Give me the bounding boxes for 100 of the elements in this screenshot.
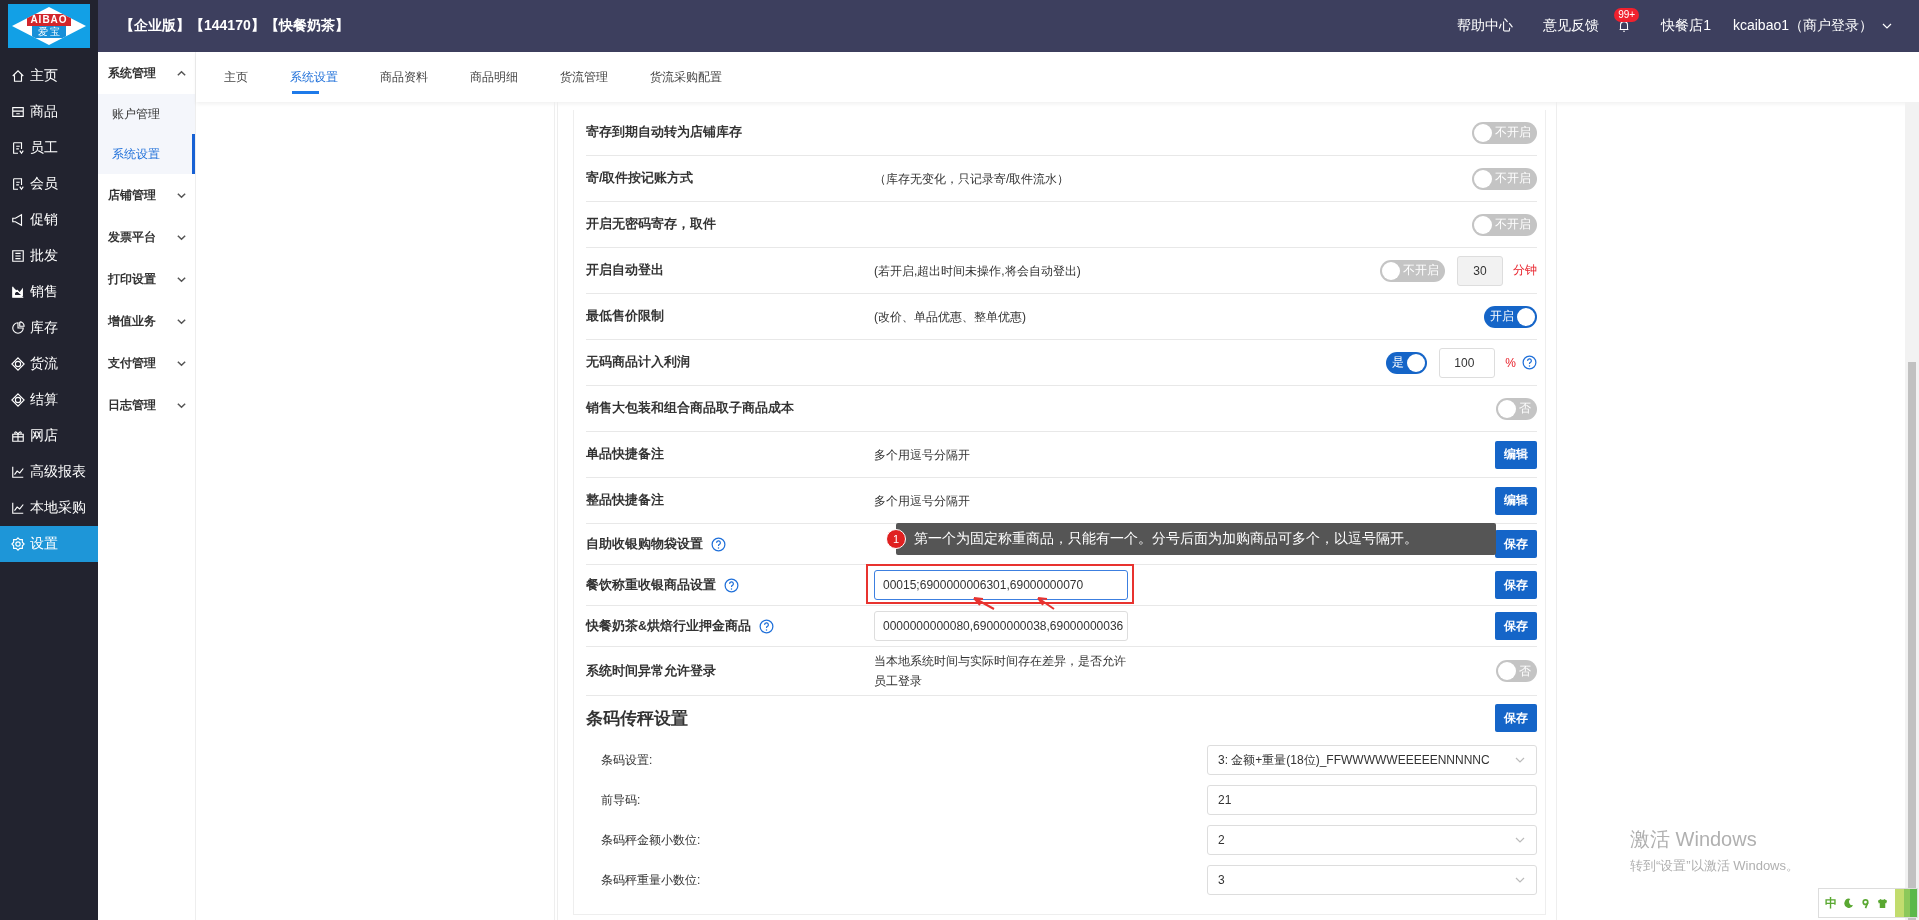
megaphone-icon [11, 213, 25, 227]
field-label: 条码秤金额小数位: [601, 831, 701, 849]
comma-icon[interactable] [1860, 897, 1871, 909]
tab[interactable]: 货流管理 [560, 52, 630, 102]
sidebar-item[interactable]: 批发 [0, 238, 98, 274]
edit-button[interactable]: 编辑 [1495, 440, 1537, 469]
tab[interactable]: 货流采购配置 [650, 52, 744, 102]
setting-description: 多个用逗号分隔开 [874, 492, 971, 510]
logo-text: AIBAO [27, 14, 71, 26]
save-button[interactable]: 保存 [1495, 571, 1537, 599]
unit-label: 分钟 [1513, 262, 1537, 279]
tab[interactable]: 主页 [224, 52, 270, 102]
nav-item[interactable]: 系统设置 [98, 134, 195, 174]
nav-group-header[interactable]: 发票平台 [98, 216, 195, 258]
input-field[interactable]: 0000000000080,69000000038,69000000036 [874, 611, 1128, 641]
setting-label: 快餐奶茶&烘焙行业押金商品 [586, 617, 752, 635]
store-icon [11, 105, 25, 119]
user-menu[interactable]: kcaibao1（商户登录） [1732, 17, 1873, 35]
moon-icon[interactable] [1843, 897, 1854, 909]
nav-group-header[interactable]: 系统管理 [98, 52, 195, 94]
select-field[interactable]: 2 [1207, 825, 1537, 855]
setting-label: 系统时间异常允许登录 [586, 662, 716, 680]
select-field[interactable]: 3: 金额+重量(18位)_FFWWWWWEEEEENNNNNC [1207, 745, 1537, 775]
activation-subtitle: 转到“设置”以激活 Windows。 [1630, 857, 1799, 875]
help-icon[interactable] [1522, 355, 1537, 370]
nav-group-header[interactable]: 店铺管理 [98, 174, 195, 216]
scrollbar[interactable] [1905, 102, 1919, 920]
sidebar-item[interactable]: 本地采购 [0, 490, 98, 526]
sidebar-item[interactable]: 网店 [0, 418, 98, 454]
gift-icon [11, 429, 25, 443]
save-button[interactable]: 保存 [1495, 612, 1537, 640]
help-icon[interactable] [711, 536, 726, 552]
sidebar-item[interactable]: 货流 [0, 346, 98, 382]
save-button[interactable]: 保存 [1495, 704, 1537, 732]
setting-label: 餐饮称重收银商品设置 [586, 576, 716, 594]
line-chart-icon [11, 501, 25, 515]
setting-label: 寄存到期自动转为店铺库存 [586, 124, 742, 141]
activation-title: 激活 Windows [1630, 827, 1758, 852]
nav-group-header[interactable]: 日志管理 [98, 384, 195, 426]
select-field[interactable]: 3 [1207, 865, 1537, 895]
setting-label: 无码商品计入利润 [586, 354, 690, 371]
sidebar-item[interactable]: 结算 [0, 382, 98, 418]
setting-description: （库存无变化，只记录寄/取件流水） [874, 170, 1071, 188]
setting-label: 最低售价限制 [586, 308, 664, 325]
input-field[interactable]: 21 [1207, 785, 1537, 815]
nav-group-header[interactable]: 支付管理 [98, 342, 195, 384]
shirt-icon[interactable] [1877, 897, 1888, 909]
setting-label: 自助收银购物袋设置 [586, 535, 703, 553]
nav-group-header[interactable]: 打印设置 [98, 258, 195, 300]
document-icon [11, 177, 25, 191]
logo[interactable]: AIBAO 爱 宝 [8, 4, 90, 48]
sidebar-item[interactable]: 会员 [0, 166, 98, 202]
pie-chart-icon [11, 321, 25, 335]
setting-description: (改价、单品优惠、整单优惠) [874, 308, 1027, 326]
input-field[interactable]: 00015;6900000006301,69000000070 [874, 570, 1128, 600]
number-field[interactable]: 100 [1439, 347, 1496, 378]
sidebar-item[interactable]: 商品 [0, 94, 98, 130]
settings-icon [11, 537, 25, 551]
save-button[interactable]: 保存 [1495, 530, 1537, 558]
diamond-icon [11, 393, 25, 407]
tab[interactable]: 商品资料 [380, 52, 450, 102]
field-label: 条码设置: [601, 751, 653, 769]
field-label: 条码秤重量小数位: [601, 871, 701, 889]
section-title: 条码传秤设置 [586, 707, 688, 730]
setting-label: 单品快捷备注 [586, 446, 664, 463]
step-badge: 1 [886, 529, 906, 549]
tooltip-text: 第一个为固定称重商品，只能有一个。分号后面为加购商品可多个，以逗号隔开。 [914, 530, 1418, 548]
window-title: 【企业版】【144170】【快餐奶茶】 [120, 17, 349, 35]
tab[interactable]: 商品明细 [470, 52, 540, 102]
help-icon[interactable] [724, 577, 739, 593]
setting-label: 寄/取件按记账方式 [586, 170, 694, 187]
tab[interactable]: 系统设置 [290, 52, 360, 102]
sidebar-item[interactable]: 员工 [0, 130, 98, 166]
setting-label: 整品快捷备注 [586, 492, 664, 509]
setting-description: (若开启,超出时间未操作,将会自动登出) [874, 262, 1082, 280]
nav-group-header[interactable]: 增值业务 [98, 300, 195, 342]
toggle-switch[interactable]: 是 [1386, 351, 1428, 374]
sidebar-item[interactable]: 高级报表 [0, 454, 98, 490]
sidebar-item[interactable]: 库存 [0, 310, 98, 346]
unit-label: % [1505, 355, 1516, 370]
nav-item[interactable]: 账户管理 [98, 94, 195, 134]
home-icon [11, 69, 25, 83]
setting-label: 开启无密码寄存，取件 [586, 216, 716, 233]
store-name[interactable]: 快餐店1 [1661, 17, 1711, 35]
setting-label: 开启自动登出 [586, 262, 664, 279]
edit-button[interactable]: 编辑 [1495, 486, 1537, 515]
document-icon [11, 141, 25, 155]
list-icon [11, 249, 25, 263]
chart-icon [11, 285, 25, 299]
setting-label: 销售大包装和组合商品取子商品成本 [586, 400, 794, 417]
toggle-switch[interactable]: 开启 [1484, 305, 1537, 328]
header-link[interactable]: 意见反馈 [1543, 17, 1600, 35]
color-swatch-icon[interactable] [1895, 889, 1917, 917]
sidebar-item[interactable]: 促销 [0, 202, 98, 238]
help-icon[interactable] [759, 618, 775, 634]
setting-description: 多个用逗号分隔开 [874, 446, 971, 464]
header-link[interactable]: 帮助中心 [1457, 17, 1514, 35]
sidebar-item[interactable]: 主页 [0, 58, 98, 94]
line-chart-icon [11, 465, 25, 479]
sidebar-item[interactable]: 销售 [0, 274, 98, 310]
